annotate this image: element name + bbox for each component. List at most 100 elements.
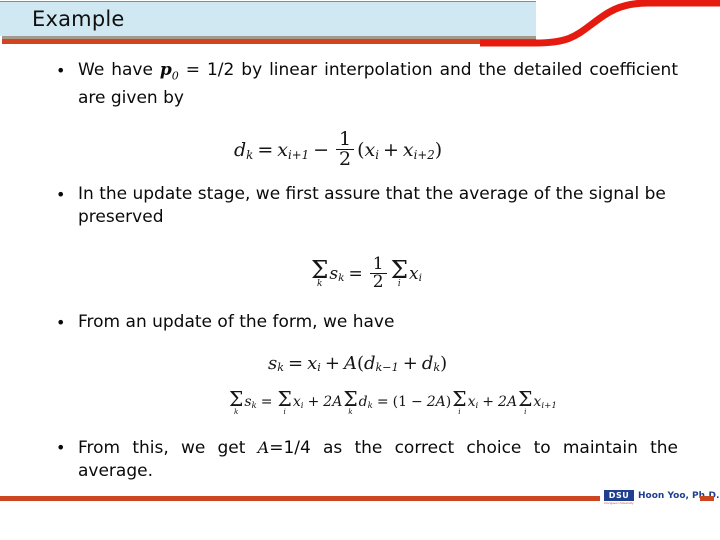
eq3-term3-var: d [421,353,434,374]
eq1-term3-var: x [402,138,414,161]
eq4-minus: − [411,394,423,411]
header-swoosh-decoration [480,0,720,47]
eq1-term1-var: x [277,138,288,161]
sigma-icon: Σ [390,254,409,284]
bullet-1-text-before: We have [78,60,160,80]
sigma-icon: Σ [518,387,533,411]
eq2-sum1-index: k [317,279,323,290]
equation-4: Σ k sk = Σ i xi + 2A Σ k dk = (1 − 2A) Σ… [228,387,557,416]
eq3-paren-close: ) [440,353,448,374]
eq2-sum2-var: x [409,263,419,284]
eq2-sum1-var: s [329,263,339,284]
eq1-lhs-var: d [234,138,247,161]
eq4-sum5-var: x [533,394,542,411]
eq3-lhs-sub: k [277,361,285,375]
eq4-equals-1: = [260,394,273,411]
eq4-one: 1 [398,394,408,411]
bullet-1-math-variable: p [159,60,172,80]
bullet-1-text: We have p0 = 1/2 by linear interpolation… [78,59,678,110]
slide-header: Example [0,0,720,48]
eq2-summation-1: Σ k [311,257,328,290]
eq1-term2-sub: i [375,147,379,162]
eq2-equals: = [348,263,363,284]
eq1-equals: = [257,138,274,161]
sigma-icon: Σ [343,387,358,411]
bullet-marker: • [56,313,66,332]
bullet-marker: • [56,61,66,80]
eq1-minus: − [313,138,329,161]
eq4-coefficient-2: 2A [426,394,446,411]
page-title: Example [32,7,125,31]
eq4-sum4-sub: i [475,400,479,411]
eq2-fraction-one-half: 1 2 [369,254,387,292]
sigma-icon: Σ [277,387,292,411]
slide-footer: DSU Dongseo University Hoon Yoo, Ph.D. [0,488,720,540]
bullet-marker: • [56,438,66,457]
eq4-sum3-var: d [358,394,368,411]
eq4-sum1-index: k [233,406,239,416]
eq3-equals: = [288,353,304,374]
eq2-sum1-var-sub: k [338,272,345,285]
eq4-coefficient-1: 2A [323,394,343,411]
eq3-plus-2: + [402,353,418,374]
footer-rule [0,496,600,501]
dsu-logo: DSU Dongseo University [604,490,634,505]
eq1-term1-sub: i+1 [287,147,310,162]
eq3-term1-var: x [307,353,318,374]
eq4-summation-2: Σ i [277,387,292,416]
equation-3: sk = xi + A(d k−1 + d k) [268,353,447,374]
eq4-summation-1: Σ k [229,387,244,416]
header-band-top-edge [0,1,536,2]
list-item: • From an update of the form, we have [56,311,678,335]
eq3-paren-open: ( [356,353,364,374]
eq4-sum1-sub: k [251,400,257,411]
eq4-plus-1: + [307,394,320,411]
sigma-icon: Σ [229,387,244,411]
eq3-plus: + [324,353,340,374]
equation-1: dk = x i+1 − 1 2 (x i + x i+2) [234,128,443,170]
eq4-sum1-var: s [244,394,252,411]
eq2-frac-numerator: 1 [372,254,384,274]
eq2-sum2-index: i [397,279,401,290]
eq4-summation-3: Σ k [343,387,358,415]
eq2-frac-denominator: 2 [369,273,387,291]
eq4-summation-4: Σ i [452,389,466,416]
bullet-1-math-subscript: 0 [171,69,179,83]
eq3-coefficient: A [343,353,357,374]
header-rule-red [2,39,536,44]
eq1-paren-close: ) [434,138,443,161]
eq1-frac-numerator: 1 [338,128,352,150]
eq3-lhs-var: s [268,353,278,374]
eq4-sum4-var: x [467,394,476,411]
eq4-sum5-sub: i+1 [541,400,557,411]
eq1-paren-open: ( [357,138,365,161]
eq3-term1-sub: i [317,361,321,375]
eq1-fraction-one-half: 1 2 [335,128,355,170]
eq3-term3-sub: k [433,361,441,375]
eq4-plus-2: + [482,394,495,411]
slide-content: • We have p0 = 1/2 by linear interpolati… [0,48,720,488]
bullet-marker: • [56,185,66,204]
eq4-equals-2: = [376,394,389,411]
dsu-logo-subtext: Dongseo University [604,501,634,505]
eq1-term2-var: x [364,138,376,161]
eq4-summation-5: Σ i [518,387,533,416]
eq3-term2-sub: k−1 [375,361,399,375]
eq4-sum3-sub: k [367,400,373,411]
eq4-coefficient-3: 2A [498,394,518,411]
bullet-4-text: From this, we get A=1/4 as the correct c… [78,436,678,483]
bullet-2-text: In the update stage, we first assure tha… [78,184,666,227]
eq4-sum4-index: i [458,406,461,416]
eq4-sum2-var: x [292,394,301,411]
bullet-4-math-variable: A [257,438,270,457]
bullet-3-text: From an update of the form, we have [78,312,395,332]
eq1-term3-sub: i+2 [413,147,435,162]
list-item: • From this, we get A=1/4 as the correct… [56,436,678,483]
eq1-frac-denominator: 2 [335,149,355,169]
list-item: • In the update stage, we first assure t… [56,183,678,229]
eq4-sum2-index: i [283,406,286,416]
eq4-sum5-index: i [524,406,527,416]
eq2-summation-2: Σ i [390,254,409,290]
eq1-lhs-sub: k [246,147,254,162]
bullet-4-text-before: From this, we get [78,438,258,458]
